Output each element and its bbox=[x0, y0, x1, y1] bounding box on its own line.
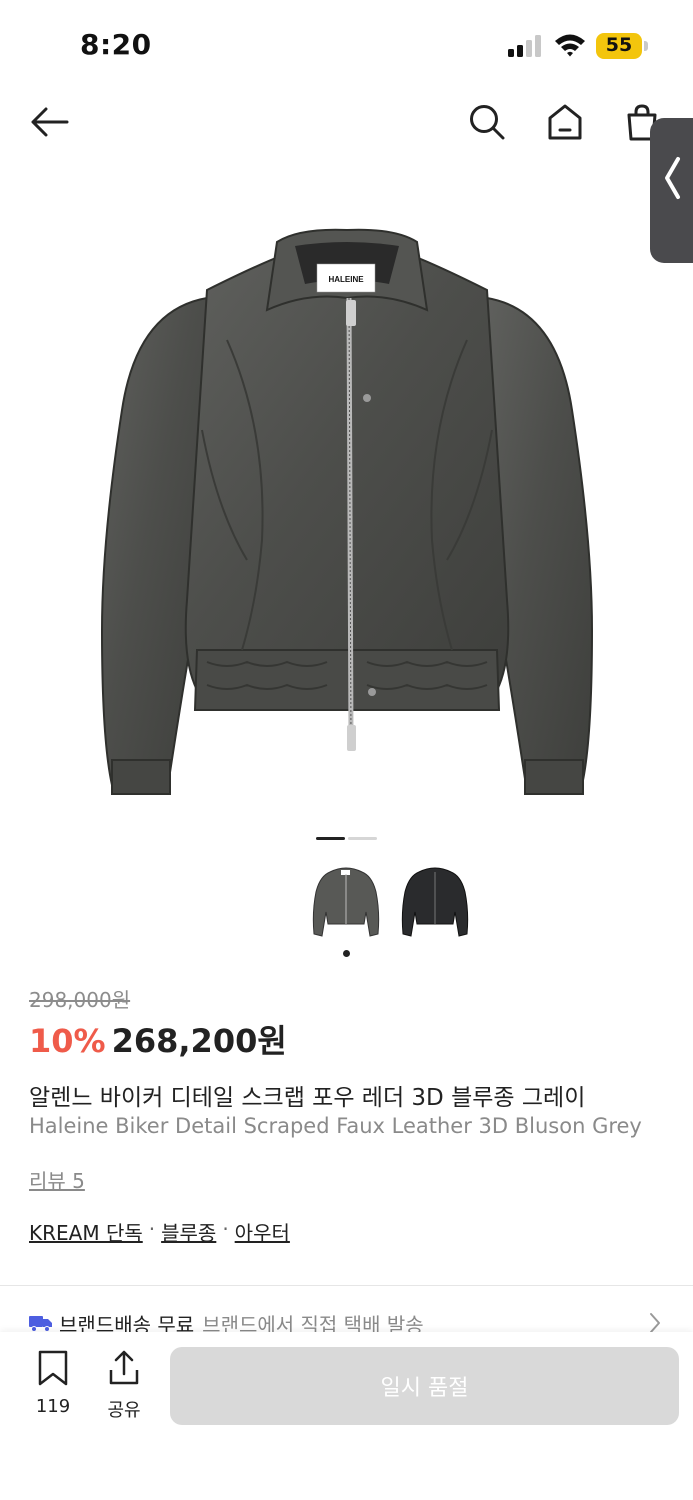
bottom-action-bar: 119 공유 일시 품절 bbox=[0, 1332, 693, 1500]
home-button[interactable] bbox=[543, 100, 587, 144]
bookmark-button[interactable]: 119 bbox=[23, 1350, 83, 1417]
carousel-indicator bbox=[348, 837, 377, 840]
share-icon bbox=[109, 1350, 139, 1385]
brand-label-tag: HALEINE bbox=[328, 275, 364, 284]
product-title-korean: 알렌느 바이커 디테일 스크랩 포우 레더 3D 블루종 그레이 bbox=[29, 1085, 586, 1111]
category-tags: KREAM 단독 · 블루종 · 아우터 bbox=[29, 1217, 290, 1246]
discount-rate: 10% bbox=[29, 1022, 106, 1060]
jacket-image: HALEINE bbox=[100, 228, 593, 795]
review-link[interactable]: 리뷰 5 bbox=[29, 1165, 85, 1194]
status-time: 8:20 bbox=[80, 28, 152, 61]
status-bar: 8:20 55 bbox=[0, 0, 693, 90]
tag-separator: · bbox=[148, 1217, 156, 1241]
product-title-english: Haleine Biker Detail Scraped Faux Leathe… bbox=[29, 1114, 642, 1138]
home-icon bbox=[548, 104, 582, 140]
thumbnail-black[interactable] bbox=[395, 862, 475, 946]
search-button[interactable] bbox=[465, 100, 509, 144]
bookmark-icon bbox=[38, 1350, 68, 1386]
search-icon bbox=[470, 105, 505, 140]
cellular-signal-icon bbox=[508, 35, 541, 57]
price-row: 10% 268,200원 bbox=[29, 1016, 287, 1060]
tag-outer[interactable]: 아우터 bbox=[235, 1217, 290, 1246]
thumbnail-strip bbox=[0, 862, 693, 962]
tag-kream-exclusive[interactable]: KREAM 단독 bbox=[29, 1217, 143, 1246]
thumbnail-grey[interactable] bbox=[306, 862, 386, 946]
back-button[interactable] bbox=[27, 100, 71, 144]
chevron-right-icon bbox=[650, 1313, 660, 1333]
section-divider bbox=[0, 1285, 693, 1286]
sold-out-button[interactable]: 일시 품절 bbox=[170, 1347, 679, 1425]
carousel-indicator-active bbox=[316, 837, 345, 840]
battery-level: 55 bbox=[605, 34, 633, 56]
tag-separator: · bbox=[222, 1217, 229, 1241]
share-label: 공유 bbox=[107, 1400, 141, 1421]
selected-thumbnail-dot bbox=[343, 950, 350, 957]
original-price: 298,000원 bbox=[29, 988, 131, 1012]
wifi-icon bbox=[555, 34, 585, 57]
battery-indicator: 55 bbox=[596, 33, 648, 59]
tag-blouson[interactable]: 블루종 bbox=[161, 1217, 216, 1246]
share-button[interactable]: 공유 bbox=[94, 1350, 154, 1422]
product-image[interactable]: HALEINE bbox=[0, 170, 693, 820]
bookmark-count: 119 bbox=[35, 1396, 71, 1417]
sale-price: 268,200원 bbox=[111, 1022, 287, 1060]
top-navigation bbox=[0, 90, 693, 156]
arrow-left-icon bbox=[31, 107, 69, 137]
truck-icon bbox=[29, 1316, 52, 1332]
